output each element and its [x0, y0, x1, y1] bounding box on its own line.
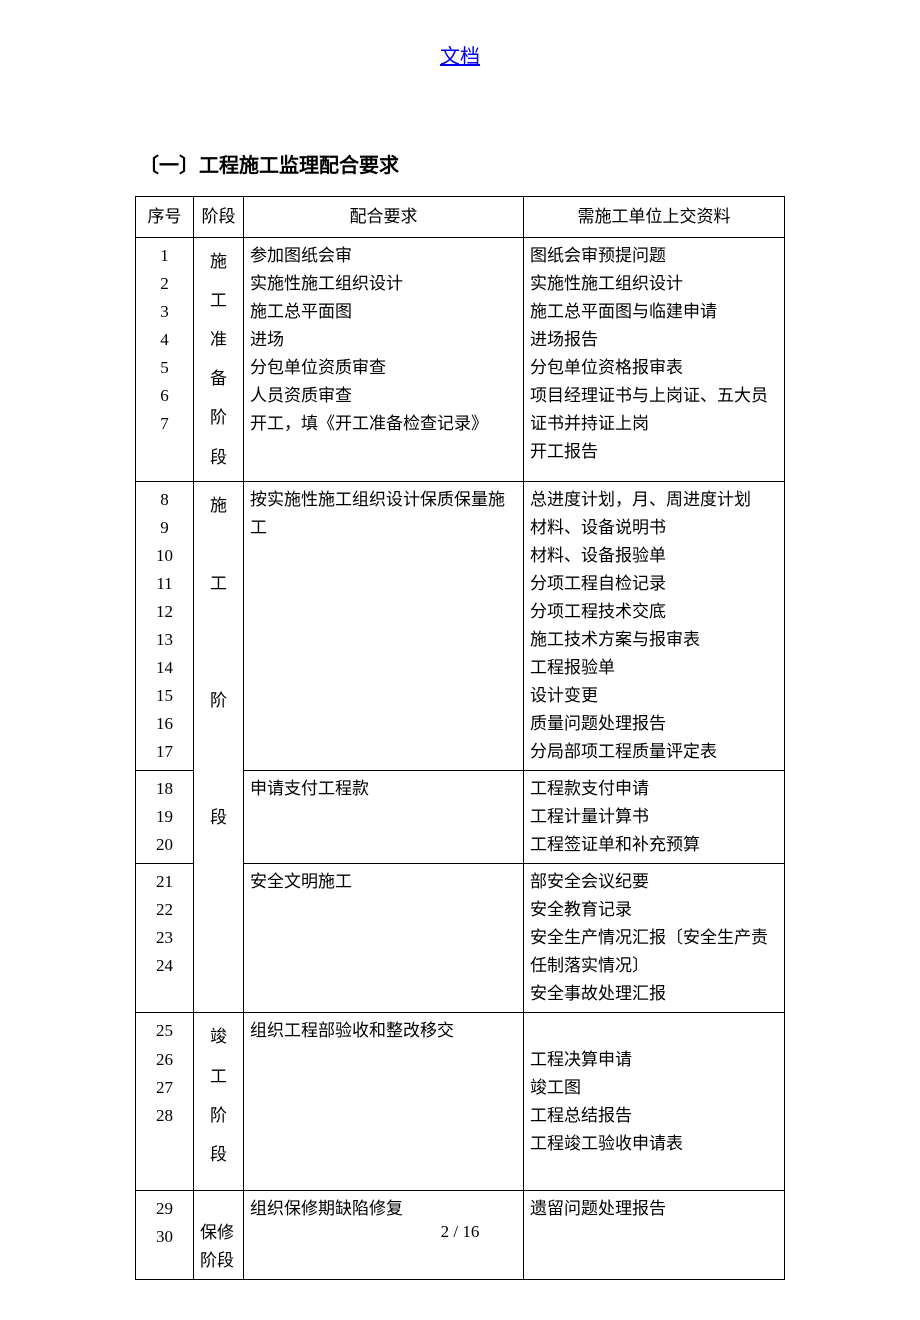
cell-seq: 1234567	[136, 238, 194, 482]
th-seq: 序号	[136, 197, 194, 238]
table-row: 25262728竣工阶段组织工程部验收和整改移交 工程决算申请竣工图工程总结报告…	[136, 1013, 785, 1190]
th-req: 配合要求	[244, 197, 524, 238]
cell-req: 组织工程部验收和整改移交	[244, 1013, 524, 1190]
th-mat: 需施工单位上交资料	[524, 197, 785, 238]
section-title: 〔一〕工程施工监理配合要求	[139, 149, 785, 178]
th-stage: 阶段	[194, 197, 244, 238]
cell-stage: 施 工 阶 段	[194, 481, 244, 1013]
table-row: 1234567施工准备阶段参加图纸会审实施性施工组织设计施工总平面图进场分包单位…	[136, 238, 785, 482]
cell-req: 按实施性施工组织设计保质保量施工	[244, 481, 524, 770]
cell-stage: 施工准备阶段	[194, 238, 244, 482]
cell-seq: 181920	[136, 771, 194, 864]
cell-mat: 部安全会议纪要安全教育记录安全生产情况汇报〔安全生产责任制落实情况〕安全事故处理…	[524, 864, 785, 1013]
cell-req: 安全文明施工	[244, 864, 524, 1013]
cell-mat: 工程款支付申请工程计量计算书工程签证单和补充预算	[524, 771, 785, 864]
cell-req: 申请支付工程款	[244, 771, 524, 864]
doc-header-link: 文档	[135, 40, 785, 69]
doc-link[interactable]: 文档	[440, 46, 480, 68]
page-footer: 2 / 16	[0, 1222, 920, 1242]
cell-mat: 图纸会审预提问题实施性施工组织设计施工总平面图与临建申请进场报告分包单位资格报审…	[524, 238, 785, 482]
cell-seq: 891011121314151617	[136, 481, 194, 770]
cell-mat: 工程决算申请竣工图工程总结报告工程竣工验收申请表	[524, 1013, 785, 1190]
table-row: 891011121314151617施 工 阶 段按实施性施工组织设计保质保量施…	[136, 481, 785, 770]
requirements-table: 序号 阶段 配合要求 需施工单位上交资料 1234567施工准备阶段参加图纸会审…	[135, 196, 785, 1280]
cell-mat: 总进度计划，月、周进度计划材料、设备说明书材料、设备报验单分项工程自检记录分项工…	[524, 481, 785, 770]
cell-stage: 竣工阶段	[194, 1013, 244, 1190]
cell-seq: 21222324	[136, 864, 194, 1013]
cell-seq: 25262728	[136, 1013, 194, 1190]
cell-req: 参加图纸会审实施性施工组织设计施工总平面图进场分包单位资质审查人员资质审查开工，…	[244, 238, 524, 482]
